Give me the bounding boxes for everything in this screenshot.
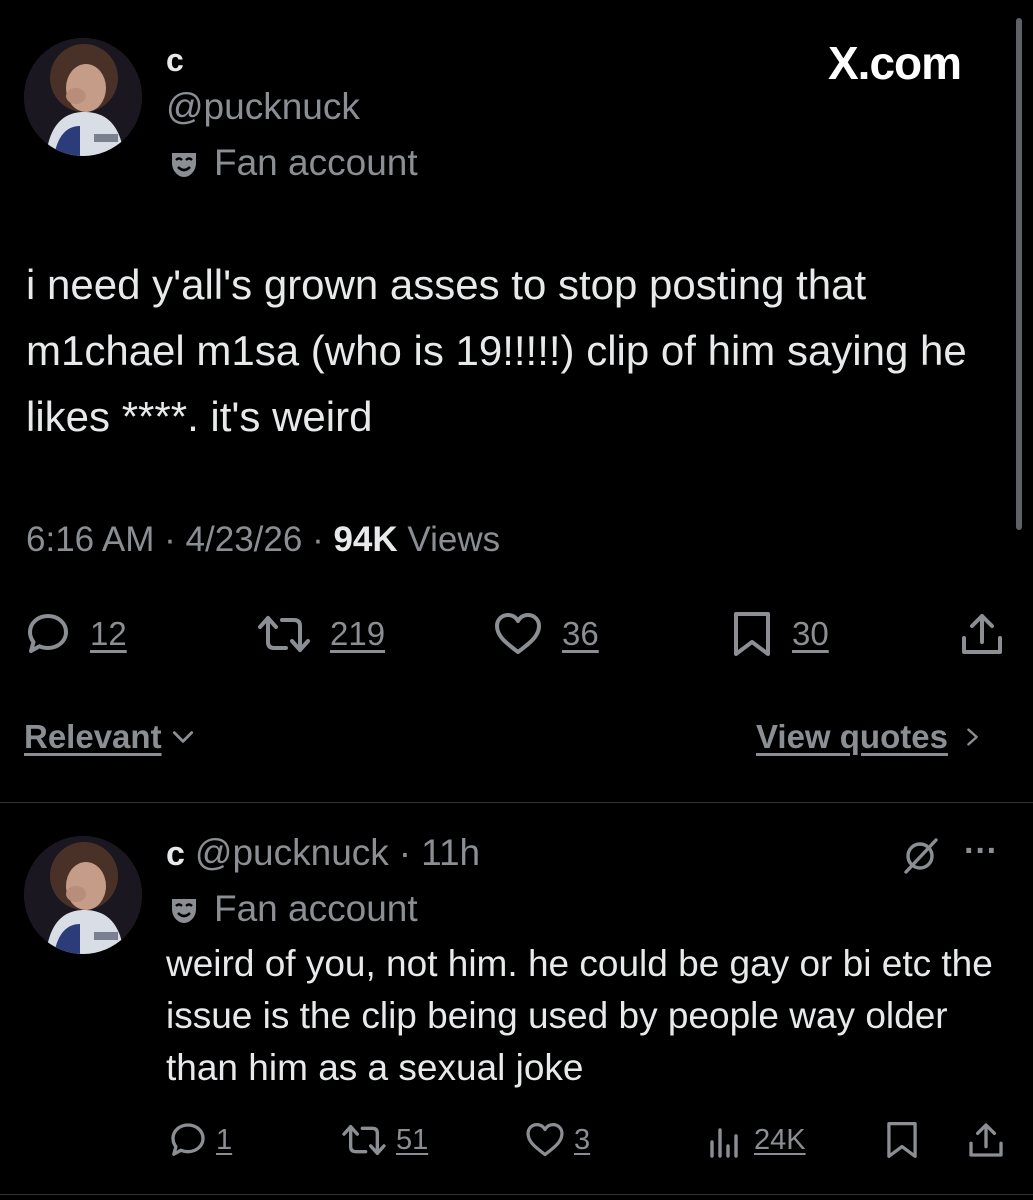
reply-icon [28,614,68,653]
meta-separator: · [312,520,324,559]
reply-repost-count: 51 [396,1123,429,1156]
view-quotes-link[interactable]: View quotes [756,718,984,756]
bar-chart-icon [710,1128,738,1158]
bookmark-icon [887,1121,917,1158]
share-button[interactable] [958,610,1006,663]
fan-account-label: Fan account [214,142,418,183]
chevron-down-icon [172,731,193,743]
reply-button[interactable]: 12 [24,610,127,658]
grok-icon [904,838,938,874]
drama-mask-icon [168,893,200,925]
author-handle[interactable]: @pucknuck [166,86,360,128]
like-button[interactable]: 36 [492,610,599,658]
reply-reply-button[interactable]: 1 [168,1120,232,1160]
meta-separator: · [164,520,176,559]
chevron-right-icon [967,728,978,746]
repost-icon [342,1125,386,1155]
avatar[interactable] [24,38,142,156]
bookmark-button[interactable]: 30 [730,610,829,658]
heart-icon [526,1123,564,1157]
more-options-icon[interactable]: ··· [964,832,998,871]
views-count: 94K [333,520,398,559]
reply-fan-account-badge: Fan account [168,888,418,930]
fan-account-badge: Fan account [168,142,418,184]
reply-header: c @pucknuck · 11h [166,832,480,874]
repost-button[interactable]: 219 [256,610,385,658]
reply-timestamp[interactable]: 11h [421,832,480,874]
share-icon [969,1123,1003,1157]
author-name[interactable]: c [166,42,184,79]
reply-author-handle[interactable]: @pucknuck [195,832,389,874]
reply-avatar[interactable] [24,836,142,954]
reply-bookmark-button[interactable] [884,1120,920,1165]
reply-text: weird of you, not him. he could be gay o… [166,943,993,1088]
like-count: 36 [562,615,599,652]
reply-separator: · [398,832,412,873]
share-icon [962,614,1002,654]
reply-share-button[interactable] [966,1120,1006,1165]
fan-account-label: Fan account [214,888,418,929]
reply-like-count: 3 [574,1123,591,1156]
tweet-date[interactable]: 4/23/26 [186,520,303,559]
drama-mask-icon [168,147,200,179]
sort-dropdown[interactable]: Relevant [24,718,196,756]
reply-reply-count: 1 [216,1123,233,1156]
repost-count: 219 [330,615,386,652]
reply-views-button[interactable]: 24K [706,1120,806,1160]
sort-label: Relevant [24,718,162,755]
tweet-text: i need y'all's grown asses to stop posti… [26,261,967,440]
reply-author-name[interactable]: c [166,835,185,874]
tweet-time[interactable]: 6:16 AM [26,520,154,559]
bookmark-icon [734,612,770,656]
reply-like-button[interactable]: 3 [524,1120,590,1160]
scrollbar[interactable] [1016,18,1022,530]
reply-count: 12 [90,615,127,652]
bookmark-count: 30 [792,615,829,652]
bottom-divider [0,1194,1033,1195]
heart-icon [495,613,541,654]
reply-icon [171,1123,205,1156]
reply-views-count: 24K [754,1123,806,1156]
tweet-meta: 6:16 AM · 4/23/26 · 94K Views [26,520,500,560]
divider [0,802,1033,803]
repost-icon [258,616,310,652]
x-com-watermark: X.com [828,37,962,89]
views-label: Views [407,520,501,559]
grok-button[interactable] [900,836,940,881]
view-quotes-label: View quotes [756,718,948,755]
reply-repost-button[interactable]: 51 [340,1120,428,1160]
